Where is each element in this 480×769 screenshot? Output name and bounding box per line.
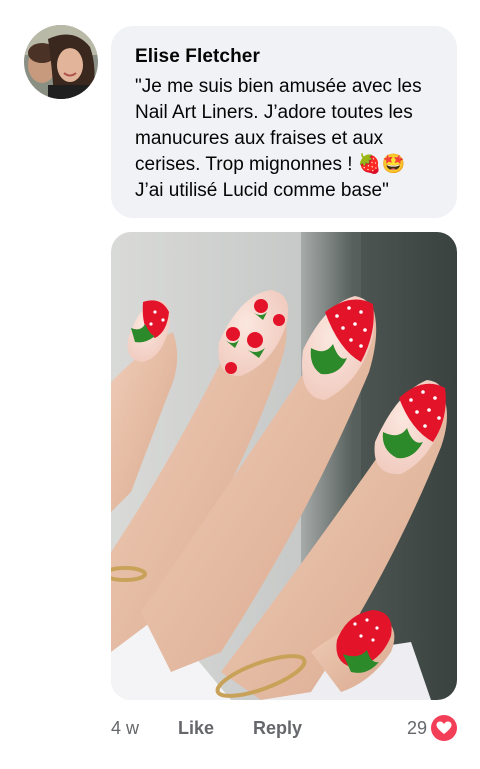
comment-author[interactable]: Elise Fletcher: [135, 46, 439, 68]
avatar[interactable]: [24, 25, 98, 99]
comment-photo[interactable]: [111, 232, 457, 700]
profile-photo: [24, 25, 98, 99]
comment-actions: 4 w Like Reply 29: [111, 715, 457, 741]
comment-text: "Je me suis bien amusée avec les Nail Ar…: [135, 76, 422, 201]
reaction-summary[interactable]: 29: [407, 715, 457, 741]
comment-bubble: Elise Fletcher "Je me suis bien amusée a…: [111, 26, 457, 218]
reaction-count: 29: [406, 717, 427, 738]
heart-icon: [431, 715, 457, 741]
strawberry-nail-art-photo: [111, 232, 457, 700]
reply-button[interactable]: Reply: [253, 718, 302, 739]
comment-timestamp[interactable]: 4 w: [111, 718, 139, 739]
like-button[interactable]: Like: [178, 718, 214, 739]
